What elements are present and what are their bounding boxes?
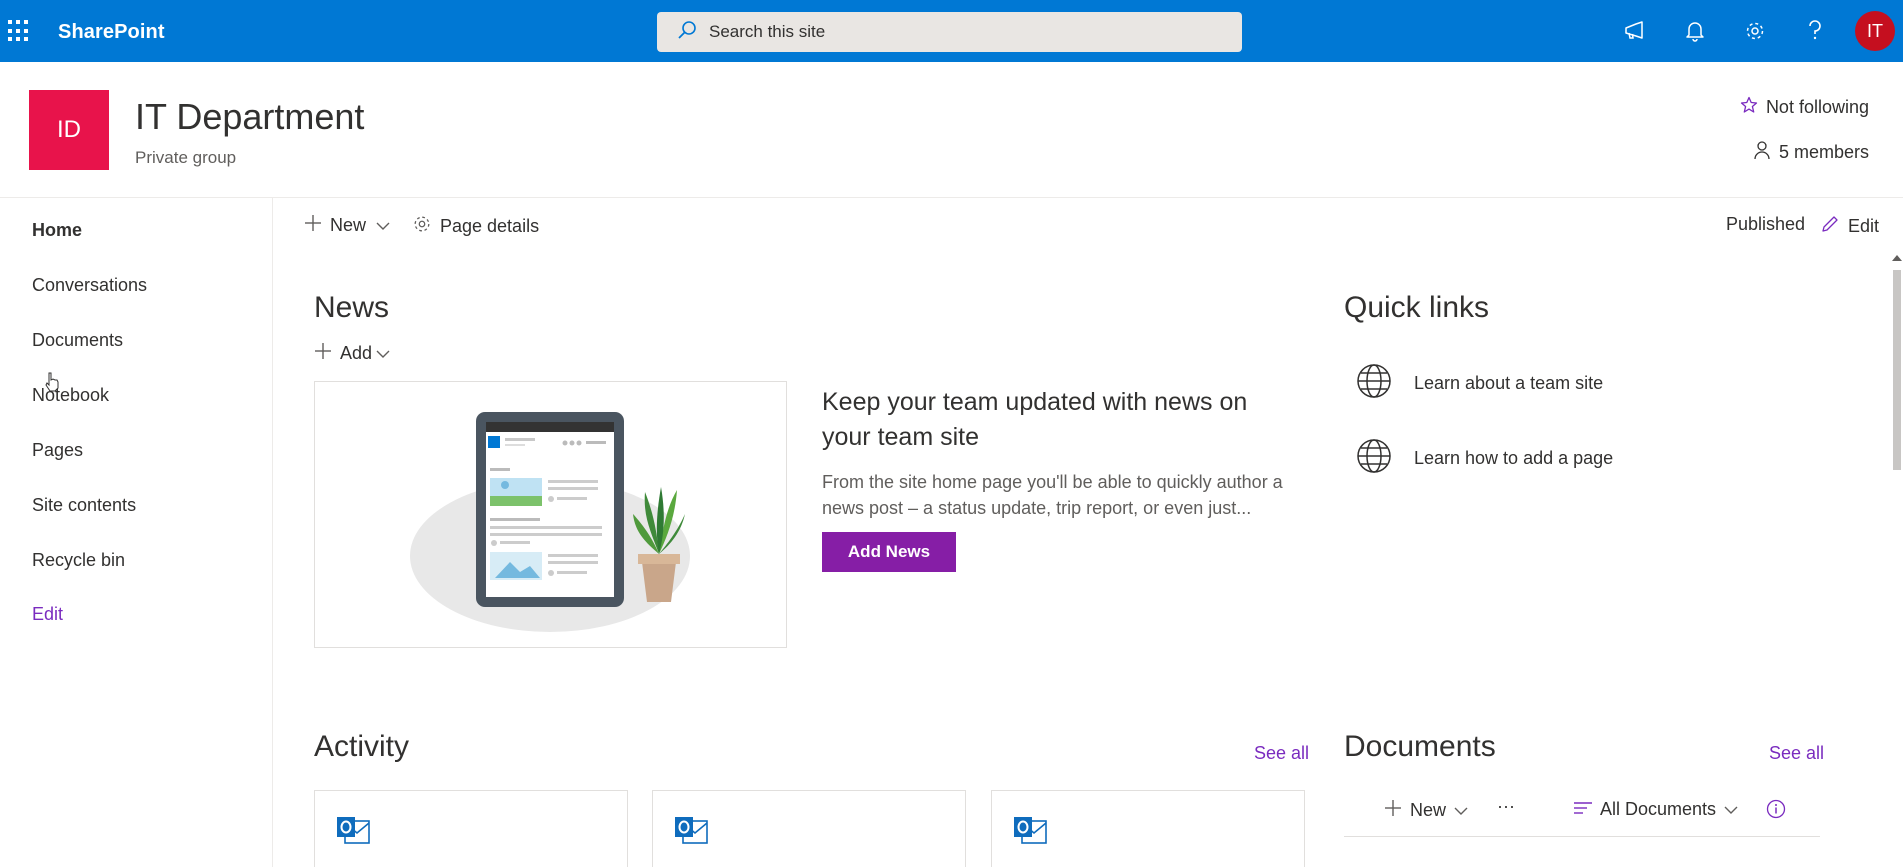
- info-icon[interactable]: [1766, 799, 1786, 819]
- new-button[interactable]: New: [304, 214, 398, 237]
- chevron-down-icon: [376, 343, 398, 364]
- add-news-button[interactable]: Add News: [822, 532, 956, 572]
- site-subtitle: Private group: [135, 148, 237, 167]
- site-logo[interactable]: ID: [29, 90, 109, 170]
- nav-item-site-contents[interactable]: Site contents: [32, 495, 136, 516]
- edit-label: Edit: [1848, 216, 1880, 236]
- quicklinks-title: Quick links: [1344, 291, 1490, 324]
- news-headline[interactable]: Keep your team updated with news on your…: [822, 385, 1262, 455]
- outlook-icon: [673, 815, 709, 854]
- site-header: ID IT Department Private group Not follo…: [0, 62, 1903, 198]
- gear-icon: [412, 214, 440, 239]
- page-details-button[interactable]: Page details: [412, 214, 539, 239]
- suite-actions: IT: [1605, 0, 1903, 62]
- activity-see-all-link[interactable]: See all: [1254, 743, 1309, 764]
- suite-bar: SharePoint Search this site IT: [0, 0, 1903, 62]
- view-selector[interactable]: All Documents: [1574, 799, 1738, 820]
- edit-page-button[interactable]: Edit: [1820, 214, 1879, 239]
- plus-icon: [314, 342, 340, 365]
- page-details-label: Page details: [440, 216, 540, 236]
- star-icon: [1740, 96, 1766, 119]
- scroll-up-arrow[interactable]: [1892, 255, 1902, 261]
- nav-item-conversations[interactable]: Conversations: [32, 275, 147, 296]
- person-icon: [1753, 140, 1779, 165]
- help-icon[interactable]: [1785, 0, 1845, 62]
- megaphone-icon[interactable]: [1605, 0, 1665, 62]
- news-title: News: [314, 291, 390, 324]
- quicklink-label: Learn how to add a page: [1414, 448, 1614, 468]
- hand-cursor-icon: [44, 372, 60, 397]
- pencil-icon: [1820, 214, 1848, 239]
- quicklink-item[interactable]: Learn about a team site: [1356, 363, 1603, 404]
- view-label: All Documents: [1600, 799, 1717, 819]
- gear-icon[interactable]: [1725, 0, 1785, 62]
- divider: [1344, 836, 1820, 837]
- globe-icon: [1356, 438, 1392, 479]
- chevron-down-icon: [1454, 800, 1468, 821]
- activity-card[interactable]: [314, 790, 628, 867]
- follow-button[interactable]: Not following: [1740, 96, 1869, 119]
- globe-icon: [1356, 363, 1392, 404]
- outlook-icon: [335, 815, 371, 854]
- activity-title: Activity: [314, 730, 410, 763]
- nav-edit-link[interactable]: Edit: [32, 604, 63, 625]
- plus-icon: [304, 214, 330, 237]
- nav-item-pages[interactable]: Pages: [32, 440, 83, 461]
- nav-item-recycle-bin[interactable]: Recycle bin: [32, 550, 125, 571]
- outlook-icon: [1012, 815, 1048, 854]
- new-label: New: [330, 215, 367, 235]
- command-bar: New Page details Published Edit: [274, 198, 1903, 250]
- bell-icon[interactable]: [1665, 0, 1725, 62]
- nav-item-documents[interactable]: Documents: [32, 330, 123, 351]
- left-navigation: Home Conversations Documents Notebook Pa…: [0, 198, 273, 867]
- quicklink-label: Learn about a team site: [1414, 373, 1604, 393]
- news-illustration: [410, 412, 690, 632]
- more-options-button[interactable]: ···: [1497, 796, 1515, 817]
- app-launcher-icon[interactable]: [8, 20, 30, 42]
- news-body: From the site home page you'll be able t…: [822, 472, 1283, 518]
- activity-card[interactable]: [652, 790, 966, 867]
- documents-see-all-link[interactable]: See all: [1769, 743, 1824, 764]
- activity-card[interactable]: [991, 790, 1305, 867]
- new-label: New: [1410, 800, 1447, 820]
- scroll-thumb[interactable]: [1893, 270, 1901, 470]
- members-button[interactable]: 5 members: [1753, 140, 1869, 165]
- search-icon: [677, 20, 697, 45]
- chevron-down-icon: [1724, 799, 1738, 820]
- search-input[interactable]: Search this site: [709, 22, 825, 42]
- quicklink-item[interactable]: Learn how to add a page: [1356, 438, 1613, 479]
- publish-status: Published: [1726, 214, 1806, 234]
- search-box[interactable]: Search this site: [657, 12, 1242, 52]
- app-name[interactable]: SharePoint: [58, 21, 165, 44]
- avatar[interactable]: IT: [1855, 11, 1895, 51]
- plus-icon: [1384, 799, 1402, 822]
- follow-label: Not following: [1765, 97, 1869, 117]
- view-list-icon: [1574, 799, 1592, 820]
- members-label: 5 members: [1778, 142, 1869, 162]
- documents-new-button[interactable]: New: [1384, 799, 1468, 822]
- chevron-down-icon: [376, 215, 398, 236]
- documents-title: Documents: [1344, 730, 1496, 763]
- add-news-dropdown[interactable]: Add: [314, 342, 398, 365]
- site-title[interactable]: IT Department: [135, 96, 364, 138]
- page-scrollbar[interactable]: [1891, 255, 1903, 867]
- nav-item-home[interactable]: Home: [32, 220, 82, 241]
- add-label: Add: [340, 343, 373, 363]
- news-illustration-card: [314, 381, 787, 648]
